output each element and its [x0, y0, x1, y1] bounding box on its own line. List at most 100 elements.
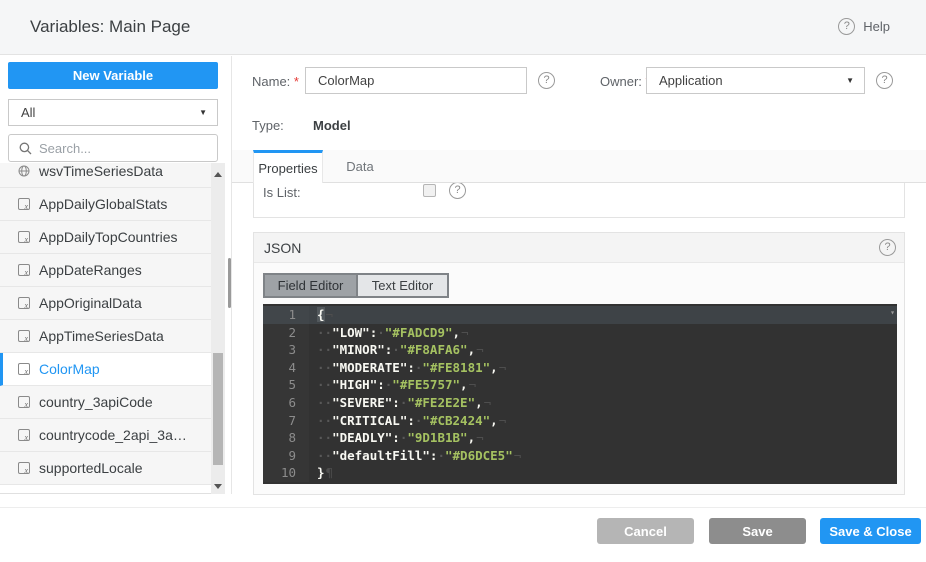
list-item[interactable]: countrycode_2api_3a… — [0, 419, 225, 452]
required-marker: * — [294, 74, 299, 89]
code-line: 1 { — [263, 306, 897, 324]
variable-icon — [18, 198, 30, 210]
list-item[interactable]: AppDailyTopCountries — [0, 221, 225, 254]
list-scrollbar[interactable] — [211, 163, 225, 494]
variable-icon — [18, 363, 30, 375]
save-button[interactable]: Save — [709, 518, 806, 544]
line-number: 10 — [263, 464, 309, 482]
eol-marker — [475, 342, 484, 357]
footer-divider — [0, 507, 926, 508]
list-item-colormap-selected[interactable]: ColorMap — [0, 353, 225, 386]
list-item-label: countrycode_2api_3a… — [39, 427, 187, 443]
eol-marker — [460, 325, 469, 340]
filter-selected-value: All — [21, 105, 35, 120]
scrollbar-thumb[interactable] — [213, 353, 223, 465]
list-item-label: AppOriginalData — [39, 295, 142, 311]
line-number: 1 — [263, 306, 309, 324]
owner-label: Owner: * — [600, 74, 651, 89]
list-item[interactable]: AppDailyGlobalStats — [0, 188, 225, 221]
help-icon — [838, 18, 855, 35]
sidebar: New Variable All wsvTimeSe — [0, 56, 231, 494]
list-item-label: AppDateRanges — [39, 262, 142, 278]
list-item-label: wsvTimeSeriesData — [39, 163, 163, 179]
list-item-label: AppTimeSeriesData — [39, 328, 164, 344]
line-number: 9 — [263, 447, 309, 465]
eol-marker — [498, 413, 507, 428]
eol-marker — [513, 448, 522, 463]
name-help-icon[interactable] — [538, 72, 555, 89]
list-item[interactable]: AppTimeSeriesData — [0, 320, 225, 353]
code-line: 5 HIGH#FE5757, — [263, 376, 897, 394]
list-item[interactable]: wsvTimeSeriesData — [0, 163, 225, 188]
owner-help-icon[interactable] — [876, 72, 893, 89]
variable-icon — [18, 231, 30, 243]
list-item-label: AppDailyTopCountries — [39, 229, 178, 245]
list-item[interactable]: AppOriginalData — [0, 287, 225, 320]
line-number: 2 — [263, 324, 309, 342]
scroll-down-arrow-icon[interactable] — [214, 484, 222, 489]
code-line: 10 } — [263, 464, 897, 482]
line-number: 5 — [263, 376, 309, 394]
help-button[interactable]: Help — [838, 18, 890, 35]
text-editor-button[interactable]: Text Editor — [356, 275, 447, 296]
properties-panel: Is List: — [253, 183, 905, 218]
scroll-up-arrow-icon[interactable] — [214, 172, 222, 177]
is-list-row: Is List: — [254, 183, 904, 208]
list-item[interactable]: country_3apiCode — [0, 386, 225, 419]
variable-icon — [18, 429, 30, 441]
owner-selected-value: Application — [659, 73, 723, 88]
code-line: 9 defaultFill#D6DCE5 — [263, 447, 897, 465]
json-code-editor[interactable]: 1 { 2 LOW#FADCD9, 3 MINOR#F8AFA6, 4 MODE… — [263, 304, 897, 484]
variable-icon — [18, 396, 30, 408]
owner-dropdown[interactable]: Application — [646, 67, 865, 94]
variable-icon — [18, 297, 30, 309]
is-list-checkbox[interactable] — [423, 184, 436, 197]
line-number: 4 — [263, 359, 309, 377]
tab-bar: Properties Data — [232, 150, 926, 183]
fold-arrow-icon[interactable] — [890, 304, 895, 322]
field-editor-button[interactable]: Field Editor — [265, 275, 356, 296]
search-input[interactable] — [39, 141, 199, 156]
list-item[interactable]: AppDateRanges — [0, 254, 225, 287]
json-section-header: JSON — [254, 233, 904, 263]
list-item-label: country_3apiCode — [39, 394, 153, 410]
code-line: 3 MINOR#F8AFA6, — [263, 341, 897, 359]
line-number: 8 — [263, 429, 309, 447]
code-line: 2 LOW#FADCD9, — [263, 324, 897, 342]
editor-mode-toggle: Field Editor Text Editor — [263, 273, 449, 298]
json-help-icon[interactable] — [879, 239, 896, 256]
line-number: 6 — [263, 394, 309, 412]
list-item[interactable]: supportedLocale — [0, 452, 225, 485]
new-variable-button[interactable]: New Variable — [8, 62, 218, 89]
eol-marker — [498, 360, 507, 375]
variable-icon — [18, 264, 30, 276]
eol-marker — [325, 307, 334, 322]
help-label: Help — [863, 19, 890, 34]
code-line: 8 DEADLY9D1B1B, — [263, 429, 897, 447]
chevron-down-icon — [846, 76, 854, 85]
list-item-label: ColorMap — [39, 361, 100, 377]
eol-marker — [483, 395, 492, 410]
name-label: Name: * — [252, 74, 299, 89]
name-input[interactable] — [305, 67, 527, 94]
cancel-button[interactable]: Cancel — [597, 518, 694, 544]
is-list-help-icon[interactable] — [449, 183, 466, 199]
variable-filter-dropdown[interactable]: All — [8, 99, 218, 126]
save-and-close-button[interactable]: Save & Close — [820, 518, 921, 544]
code-line: 4 MODERATE#FE8181, — [263, 359, 897, 377]
eol-marker — [468, 377, 477, 392]
line-number: 3 — [263, 341, 309, 359]
tab-properties[interactable]: Properties — [253, 150, 323, 184]
variable-list: wsvTimeSeriesData AppDailyGlobalStats Ap… — [0, 163, 225, 494]
search-icon — [19, 142, 32, 155]
list-item-label: supportedLocale — [39, 460, 143, 476]
page-title: Variables: Main Page — [30, 17, 190, 37]
is-list-label: Is List: — [263, 185, 301, 200]
chevron-down-icon — [199, 108, 207, 117]
tab-data[interactable]: Data — [324, 150, 396, 183]
json-section: JSON Field Editor Text Editor 1 { 2 LOW#… — [253, 232, 905, 495]
code-line: 6 SEVERE#FE2E2E, — [263, 394, 897, 412]
header-bar: Variables: Main Page Help — [0, 0, 926, 55]
list-item-label: AppDailyGlobalStats — [39, 196, 167, 212]
type-value: Model — [313, 118, 351, 133]
